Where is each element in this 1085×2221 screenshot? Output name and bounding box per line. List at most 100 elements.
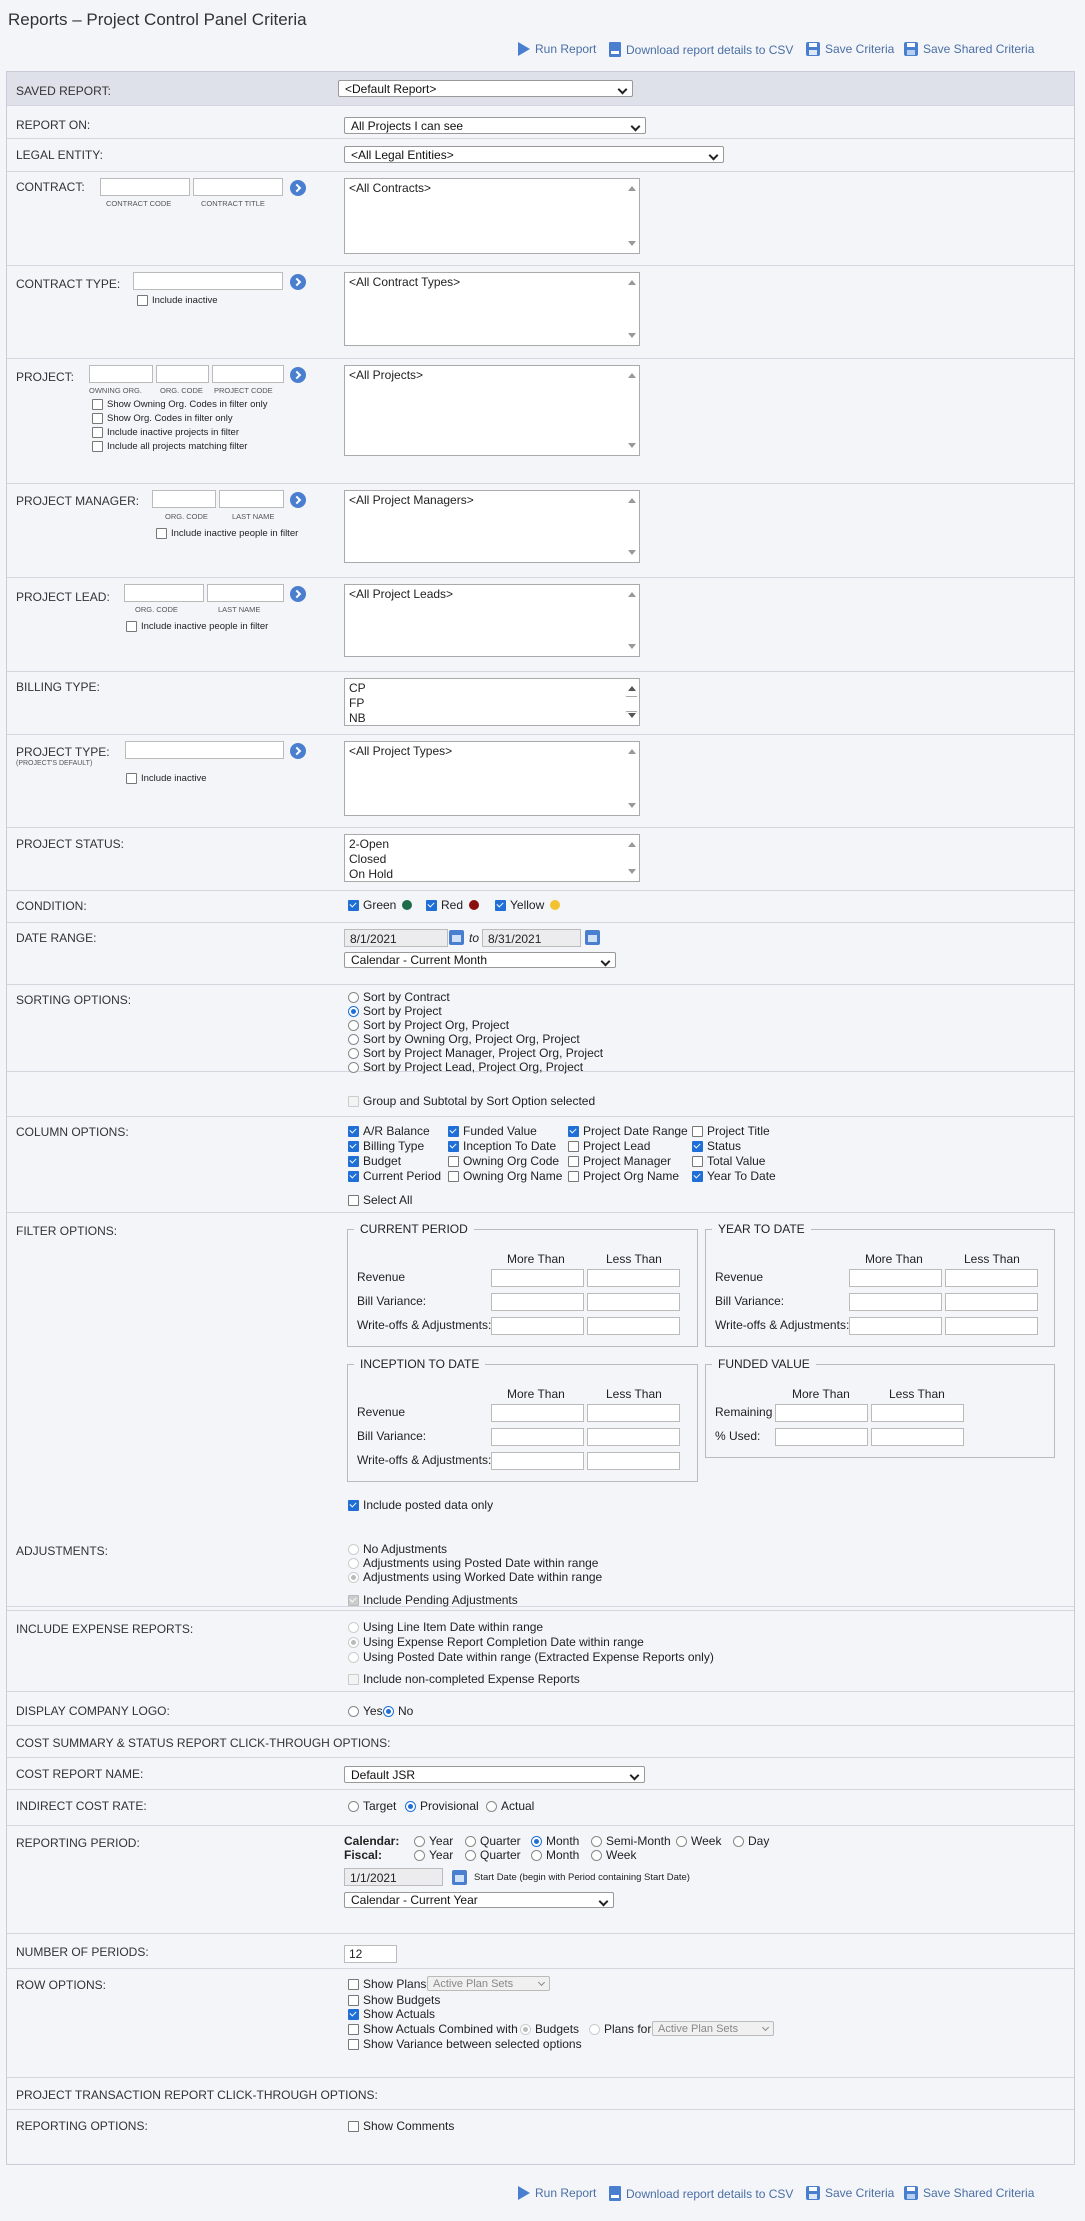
saved-report-select[interactable]: <Default Report> [338,80,633,97]
scrollbar[interactable] [623,366,639,455]
pm-last-name-input[interactable] [219,490,284,508]
project-code-input[interactable] [212,365,284,383]
cp-writeoffs-less-input[interactable] [587,1317,680,1335]
fv-pct-more-input[interactable] [775,1428,868,1446]
download-csv-button[interactable]: Download report details to CSV [609,2186,793,2201]
contract-list[interactable]: <All Contracts> [344,178,640,254]
posted-only-checkbox[interactable]: Include posted data only [348,1498,493,1512]
project-go-icon[interactable] [290,367,306,383]
project-manager-list[interactable]: <All Project Managers> [344,490,640,563]
col-project-lead-checkbox[interactable]: Project Lead [568,1139,650,1153]
list-item[interactable]: Closed [349,852,635,867]
col-project-org-name-checkbox[interactable]: Project Org Name [568,1169,679,1183]
pl-org-code-input[interactable] [124,584,204,602]
show-org-codes-checkbox[interactable]: Show Org. Codes in filter only [92,413,233,424]
billing-type-list[interactable]: CP FP NB [344,678,640,726]
sort-by-project-lead-radio[interactable]: Sort by Project Lead, Project Org, Proje… [348,1060,583,1074]
col-current-period-checkbox[interactable]: Current Period [348,1169,441,1183]
sort-by-owning-org-radio[interactable]: Sort by Owning Org, Project Org, Project [348,1032,580,1046]
ytd-revenue-less-input[interactable] [945,1269,1038,1287]
indirect-actual-radio[interactable]: Actual [486,1799,534,1813]
col-funded-value-checkbox[interactable]: Funded Value [448,1124,537,1138]
select-all-checkbox[interactable]: Select All [348,1193,412,1207]
logo-no-radio[interactable]: No [383,1704,413,1718]
cal-year-radio[interactable]: Year [414,1834,453,1848]
save-criteria-button[interactable]: Save Criteria [806,2186,894,2200]
adj-worked-date-radio[interactable]: Adjustments using Worked Date within ran… [348,1570,602,1584]
cal-quarter-radio[interactable]: Quarter [465,1834,521,1848]
combined-plans-radio[interactable]: Plans for [589,2022,651,2036]
ytd-billvar-less-input[interactable] [945,1293,1038,1311]
pl-go-icon[interactable] [290,586,306,602]
itd-billvar-less-input[interactable] [587,1428,680,1446]
date-range-preset-select[interactable]: Calendar - Current Month [344,952,616,968]
cost-report-select[interactable]: Default JSR [344,1766,645,1783]
fv-pct-less-input[interactable] [871,1428,964,1446]
itd-revenue-less-input[interactable] [587,1404,680,1422]
org-code-input[interactable] [156,365,209,383]
condition-green-checkbox[interactable]: Green [348,898,413,912]
fv-remaining-less-input[interactable] [871,1404,964,1422]
expense-completion-radio[interactable]: Using Expense Report Completion Date wit… [348,1635,644,1649]
adj-posted-date-radio[interactable]: Adjustments using Posted Date within ran… [348,1556,598,1570]
col-project-title-checkbox[interactable]: Project Title [692,1124,770,1138]
pending-adjustments-checkbox[interactable]: Include Pending Adjustments [348,1593,518,1607]
scrollbar[interactable] [623,679,639,725]
date-to-input[interactable]: 8/31/2021 [482,929,581,947]
list-item[interactable]: 2-Open [349,837,635,852]
download-csv-button[interactable]: Download report details to CSV [609,42,793,57]
condition-yellow-checkbox[interactable]: Yellow [495,898,561,912]
project-type-go-icon[interactable] [290,743,306,759]
contract-go-icon[interactable] [290,180,306,196]
project-status-list[interactable]: 2-Open Closed On Hold [344,834,640,882]
calendar-icon[interactable] [449,930,464,945]
project-type-input[interactable] [125,741,284,759]
col-year-to-date-checkbox[interactable]: Year To Date [692,1169,776,1183]
list-item[interactable]: NB [349,711,635,726]
show-plans-checkbox[interactable]: Show Plans [348,1977,426,1991]
project-lead-list[interactable]: <All Project Leads> [344,584,640,657]
fiscal-week-radio[interactable]: Week [591,1848,636,1862]
col-inception-checkbox[interactable]: Inception To Date [448,1139,556,1153]
project-list[interactable]: <All Projects> [344,365,640,456]
itd-writeoffs-less-input[interactable] [587,1452,680,1470]
project-type-list[interactable]: <All Project Types> [344,741,640,816]
fiscal-quarter-radio[interactable]: Quarter [465,1848,521,1862]
cp-billvar-less-input[interactable] [587,1293,680,1311]
cp-revenue-more-input[interactable] [491,1269,584,1287]
save-shared-criteria-button[interactable]: Save Shared Criteria [904,2186,1034,2200]
save-criteria-button[interactable]: Save Criteria [806,42,894,56]
ytd-billvar-more-input[interactable] [849,1293,942,1311]
fiscal-year-radio[interactable]: Year [414,1848,453,1862]
include-all-projects-checkbox[interactable]: Include all projects matching filter [92,441,247,452]
ytd-writeoffs-less-input[interactable] [945,1317,1038,1335]
scrollbar[interactable] [623,179,639,253]
expense-line-item-radio[interactable]: Using Line Item Date within range [348,1620,543,1634]
legal-entity-select[interactable]: <All Legal Entities> [344,146,724,163]
calendar-icon[interactable] [452,1870,467,1885]
contract-type-list[interactable]: <All Contract Types> [344,272,640,346]
pm-org-code-input[interactable] [152,490,216,508]
combined-budgets-radio[interactable]: Budgets [520,2022,579,2036]
contract-code-input[interactable] [100,178,190,196]
col-billing-type-checkbox[interactable]: Billing Type [348,1139,424,1153]
pm-inactive-checkbox[interactable]: Include inactive people in filter [156,528,298,539]
combined-plans-select[interactable]: Active Plan Sets [652,2021,774,2036]
plans-select[interactable]: Active Plan Sets [427,1976,550,1991]
calendar-icon[interactable] [585,930,600,945]
contract-title-input[interactable] [193,178,283,196]
col-owning-org-code-checkbox[interactable]: Owning Org Code [448,1154,559,1168]
cal-month-radio[interactable]: Month [531,1834,579,1848]
indirect-provisional-radio[interactable]: Provisional [405,1799,479,1813]
no-adjustments-radio[interactable]: No Adjustments [348,1542,447,1556]
contract-type-go-icon[interactable] [290,274,306,290]
show-budgets-checkbox[interactable]: Show Budgets [348,1993,440,2007]
cp-writeoffs-more-input[interactable] [491,1317,584,1335]
project-type-inactive-checkbox[interactable]: Include inactive [126,773,206,784]
include-inactive-projects-checkbox[interactable]: Include inactive projects in filter [92,427,239,438]
owning-org-input[interactable] [89,365,153,383]
fv-remaining-more-input[interactable] [775,1404,868,1422]
start-date-input[interactable]: 1/1/2021 [344,1868,443,1886]
reporting-period-preset-select[interactable]: Calendar - Current Year [344,1892,614,1908]
itd-revenue-more-input[interactable] [491,1404,584,1422]
